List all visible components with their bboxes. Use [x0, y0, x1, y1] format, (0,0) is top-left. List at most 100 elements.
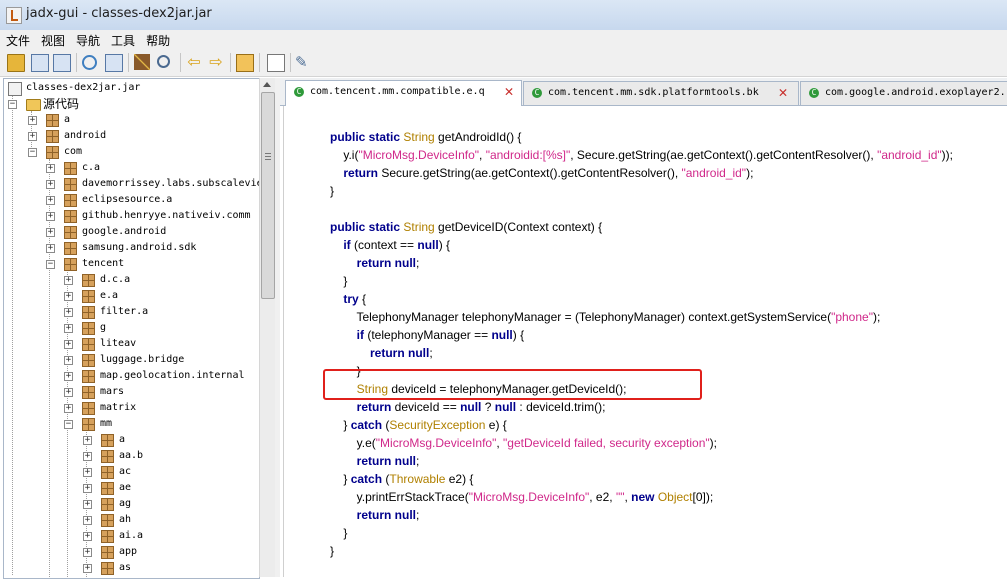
package-icon — [64, 178, 77, 191]
code-token: , — [479, 148, 486, 162]
package-icon — [101, 498, 114, 511]
package-icon — [64, 194, 77, 207]
code-token: public static — [330, 220, 404, 234]
expand-icon[interactable]: + — [64, 292, 73, 301]
code-line: } — [330, 542, 334, 560]
scroll-thumb[interactable] — [261, 92, 275, 299]
code-token: , e2, — [589, 490, 616, 504]
code-token: [0]); — [692, 490, 714, 504]
back-icon[interactable]: ⇦ — [186, 54, 202, 70]
expand-icon[interactable]: + — [64, 308, 73, 317]
code-token: } — [330, 544, 335, 558]
sync-icon[interactable] — [82, 55, 97, 70]
add-icon[interactable] — [105, 54, 123, 72]
code-token: if — [343, 238, 351, 252]
collapse-icon[interactable]: − — [8, 100, 17, 109]
save-all-icon[interactable] — [31, 54, 49, 72]
code-token: catch — [350, 418, 383, 432]
highlight-box — [323, 369, 702, 400]
code-token: ; — [416, 256, 420, 270]
tab-exoplayer2[interactable]: C com.google.android.exoplayer2. — [800, 81, 1007, 105]
code-token: String — [403, 220, 435, 234]
expand-icon[interactable]: + — [83, 436, 92, 445]
package-icon — [101, 450, 114, 463]
expand-icon[interactable]: + — [64, 388, 73, 397]
expand-icon[interactable]: + — [64, 340, 73, 349]
code-token: e) { — [485, 418, 507, 432]
copy-icon[interactable] — [53, 54, 71, 72]
close-icon[interactable]: ✕ — [502, 84, 516, 99]
code-token: getDeviceID(Context context) { — [434, 220, 603, 234]
expand-icon[interactable]: + — [64, 372, 73, 381]
package-icon — [101, 434, 114, 447]
expand-icon[interactable]: + — [83, 516, 92, 525]
code-token: } — [330, 526, 348, 540]
code-token: )); — [941, 148, 953, 162]
code-token: ); — [746, 166, 754, 180]
expand-icon[interactable]: + — [83, 500, 92, 509]
menu-view[interactable]: 视图 — [35, 30, 70, 49]
expand-icon[interactable]: + — [46, 244, 55, 253]
package-icon — [82, 354, 95, 367]
menu-file[interactable]: 文件 — [0, 30, 35, 49]
code-line: return null; — [330, 506, 420, 524]
open-folder-icon[interactable] — [7, 54, 25, 72]
save-icon[interactable] — [236, 54, 254, 72]
package-icon — [64, 242, 77, 255]
expand-icon[interactable]: + — [83, 548, 92, 557]
code-token: } — [330, 274, 348, 288]
expand-icon[interactable]: + — [64, 404, 73, 413]
collapse-icon[interactable]: − — [28, 148, 37, 157]
code-line: } — [330, 272, 347, 290]
code-token: ; — [429, 346, 433, 360]
expand-icon[interactable]: + — [46, 180, 55, 189]
expand-icon[interactable]: + — [46, 228, 55, 237]
collapse-icon[interactable]: − — [46, 260, 55, 269]
code-token: "getDeviceId failed, security exception" — [503, 436, 710, 450]
code-token: { — [358, 292, 367, 306]
code-line: return Secure.getString(ae.getContext().… — [330, 164, 753, 182]
expand-icon[interactable]: + — [83, 452, 92, 461]
code-token: try — [343, 292, 359, 306]
expand-icon[interactable]: + — [46, 196, 55, 205]
tab-compatible-e-q[interactable]: C com.tencent.mm.compatible.e.q ✕ — [285, 80, 522, 106]
expand-icon[interactable]: + — [28, 116, 37, 125]
collapse-icon[interactable]: − — [64, 420, 73, 429]
expand-icon[interactable]: + — [46, 212, 55, 221]
package-icon — [82, 418, 95, 431]
expand-icon[interactable]: + — [83, 484, 92, 493]
preferences-icon[interactable]: ✎ — [295, 54, 311, 70]
jadx-app-icon — [6, 7, 22, 24]
menu-navigation[interactable]: 导航 — [70, 30, 105, 49]
wand-icon[interactable] — [134, 54, 150, 70]
toolbar: ⇦ ⇨ ✎ — [0, 49, 1007, 77]
log-icon[interactable] — [267, 54, 285, 72]
expand-icon[interactable]: + — [83, 564, 92, 573]
expand-icon[interactable]: + — [64, 276, 73, 285]
title-bar: jadx-gui - classes-dex2jar.jar — [0, 0, 1007, 31]
expand-icon[interactable]: + — [46, 164, 55, 173]
expand-icon[interactable]: + — [28, 132, 37, 141]
code-line: if (context == null) { — [330, 236, 450, 254]
code-line: TelephonyManager telephonyManager = (Tel… — [330, 308, 880, 326]
project-tree[interactable]: classes-dex2jar.jar − 源代码 + a + android − com… — [3, 78, 260, 579]
code-token: "MicroMsg.DeviceInfo" — [358, 148, 480, 162]
tab-platformtools-bk[interactable]: C com.tencent.mm.sdk.platformtools.bk ✕ — [523, 81, 799, 105]
expand-icon[interactable]: + — [64, 356, 73, 365]
expand-icon[interactable]: + — [83, 532, 92, 541]
forward-icon[interactable]: ⇨ — [208, 54, 224, 70]
search-icon[interactable] — [157, 55, 170, 68]
code-token: "android_id" — [681, 166, 747, 180]
expand-icon[interactable]: + — [83, 468, 92, 477]
tree-scrollbar[interactable] — [259, 78, 275, 577]
menu-help[interactable]: 帮助 — [140, 30, 175, 49]
expand-icon[interactable]: + — [64, 324, 73, 333]
code-token: null — [494, 400, 517, 414]
menu-tools[interactable]: 工具 — [105, 30, 140, 49]
splitter[interactable] — [275, 78, 280, 577]
scroll-up-icon[interactable] — [263, 82, 271, 87]
close-icon[interactable]: ✕ — [776, 85, 790, 100]
code-line: try { — [330, 290, 366, 308]
